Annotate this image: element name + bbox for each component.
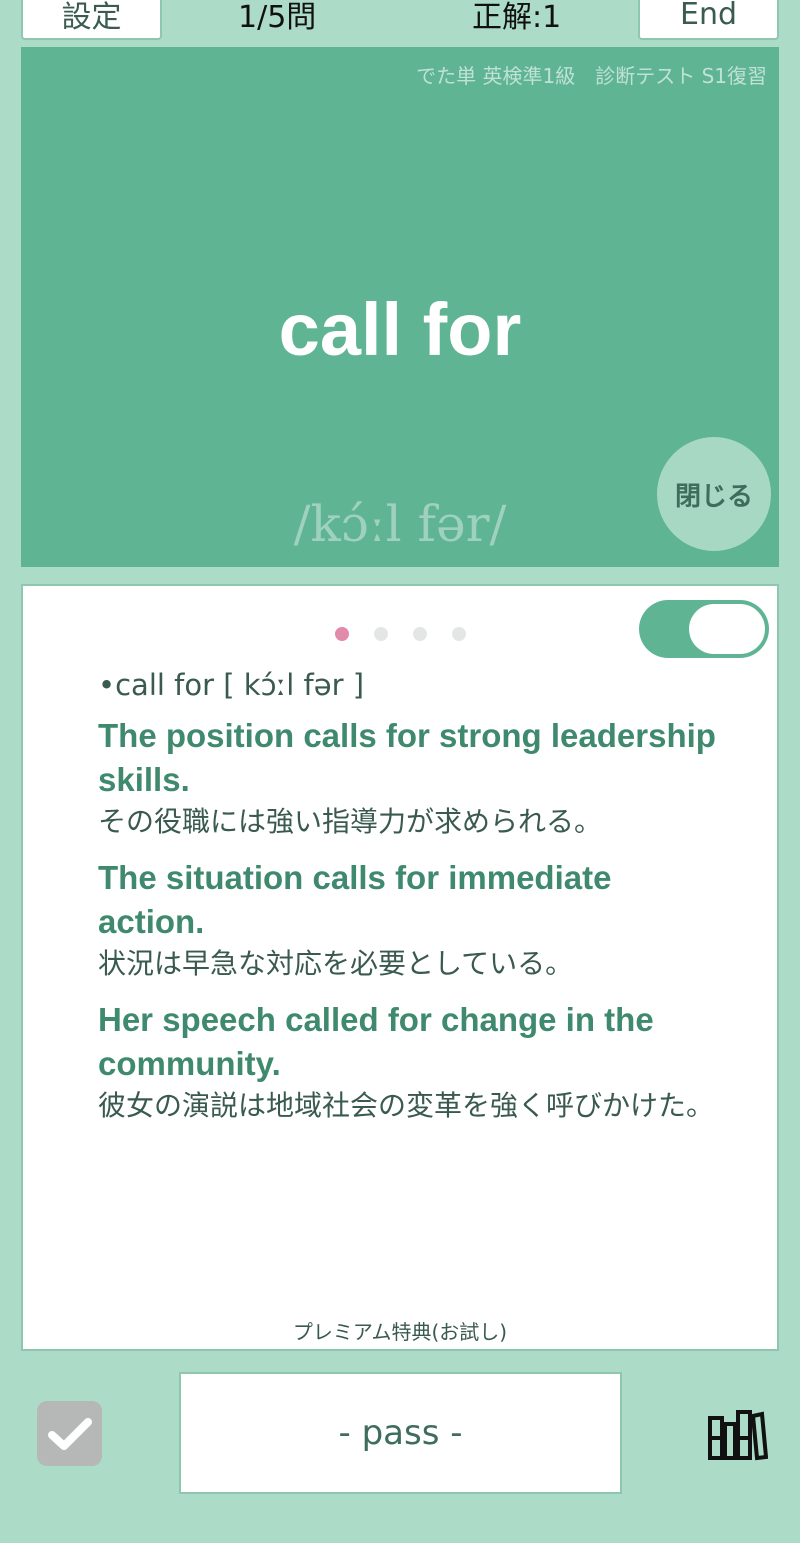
word-card[interactable]: でた単 英検準1級 診断テスト S1復習 call for /kɔ́ːl fər… (21, 47, 779, 567)
page-dot[interactable] (335, 627, 349, 641)
library-button[interactable] (706, 1408, 769, 1462)
settings-button[interactable]: 設定 (21, 0, 162, 40)
example-item: The situation calls for immediate action… (98, 856, 718, 984)
example-list: •call for [ kɔ́ːl fər ] The position cal… (98, 668, 718, 1140)
example-item: The position calls for strong leadership… (98, 714, 718, 842)
word-title: call for (278, 288, 522, 371)
premium-label: プレミアム特典(お試し) (292, 1320, 508, 1344)
check-icon (47, 1417, 92, 1450)
example-japanese: その役職には強い指導力が求められる。 (98, 805, 603, 838)
example-english: The position calls for strong leadership… (98, 717, 716, 798)
example-english: Her speech called for change in the comm… (98, 1001, 654, 1082)
example-english: The situation calls for immediate action… (98, 859, 612, 940)
close-button[interactable]: 閉じる (657, 437, 771, 551)
example-japanese: 状況は早急な対応を必要としている。 (98, 947, 574, 980)
example-japanese: 彼女の演説は地域社会の変革を強く呼びかけた。 (98, 1089, 715, 1122)
page-dot[interactable] (413, 627, 427, 641)
correct-counter: 正解:1 (472, 0, 562, 35)
page-dot[interactable] (374, 627, 388, 641)
toggle-knob (689, 604, 765, 654)
pass-button[interactable]: - pass - (179, 1372, 622, 1494)
end-button[interactable]: End (638, 0, 779, 40)
entry-line: •call for [ kɔ́ːl fər ] (98, 668, 365, 702)
detail-panel[interactable]: •call for [ kɔ́ːl fər ] The position cal… (21, 584, 779, 1351)
check-button[interactable] (37, 1401, 102, 1466)
display-toggle[interactable] (639, 600, 769, 658)
question-counter: 1/5問 (238, 0, 317, 35)
library-icon (708, 1410, 769, 1461)
page-indicator[interactable] (335, 627, 466, 641)
example-item: Her speech called for change in the comm… (98, 998, 718, 1126)
page-dot[interactable] (452, 627, 466, 641)
deck-name: でた単 英検準1級 診断テスト S1復習 (416, 64, 767, 88)
